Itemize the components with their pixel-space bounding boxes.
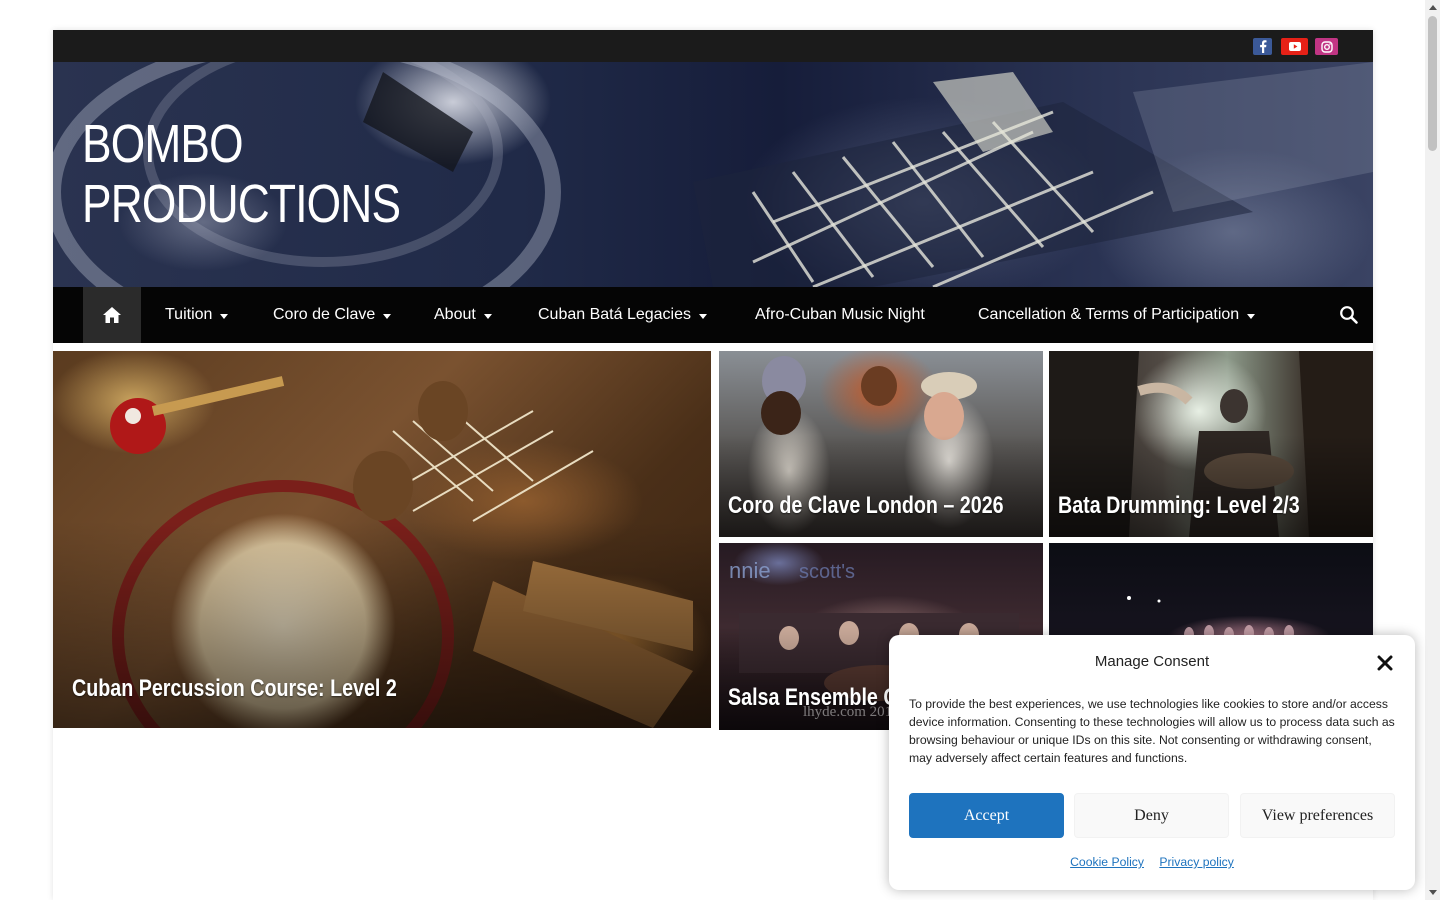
accept-button[interactable]: Accept bbox=[909, 793, 1064, 838]
scroll-thumb[interactable] bbox=[1428, 16, 1437, 151]
consent-dialog: Manage Consent To provide the best exper… bbox=[889, 635, 1415, 890]
nav-item-tuition[interactable]: Tuition bbox=[165, 287, 229, 343]
featured-caption: Salsa Ensemble Co bbox=[728, 684, 910, 711]
deny-button[interactable]: Deny bbox=[1074, 793, 1229, 838]
site-title-line1: BOMBO bbox=[82, 114, 244, 174]
caret-down-icon bbox=[699, 314, 707, 319]
svg-text:scott's: scott's bbox=[799, 561, 855, 583]
instagram-icon[interactable] bbox=[1315, 38, 1338, 55]
consent-message: To provide the best experiences, we use … bbox=[909, 697, 1395, 765]
view-preferences-button[interactable]: View preferences bbox=[1240, 793, 1395, 838]
svg-text:nnie: nnie bbox=[729, 558, 771, 583]
facebook-icon[interactable] bbox=[1253, 38, 1272, 55]
site-title-line2: PRODUCTIONS bbox=[82, 174, 401, 234]
consent-links: Cookie Policy Privacy policy bbox=[889, 855, 1415, 869]
cookie-policy-link[interactable]: Cookie Policy bbox=[1070, 855, 1144, 869]
caret-down-icon bbox=[1247, 314, 1256, 319]
caret-down-icon bbox=[383, 314, 392, 319]
nav-item-label: Tuition bbox=[165, 306, 213, 323]
nav-item-cancellation-terms[interactable]: Cancellation & Terms of Participation bbox=[978, 287, 1256, 343]
home-icon[interactable] bbox=[83, 287, 141, 343]
site-title[interactable]: BOMBO PRODUCTIONS bbox=[82, 114, 401, 234]
featured-caption: Bata Drumming: Level 2/3 bbox=[1058, 492, 1300, 519]
nav-item-label: Afro-Cuban Music Night bbox=[755, 306, 925, 323]
main-navigation: Tuition Coro de Clave About Cuban Batá L… bbox=[53, 287, 1373, 343]
nav-item-label: About bbox=[434, 306, 476, 323]
featured-post-large[interactable]: Cuban Percussion Course: Level 2 bbox=[53, 351, 711, 728]
nav-item-cuban-bata-legacies[interactable]: Cuban Batá Legacies bbox=[538, 287, 707, 343]
featured-post[interactable]: Bata Drumming: Level 2/3 bbox=[1049, 351, 1373, 537]
page-scrollbar[interactable] bbox=[1425, 0, 1440, 900]
search-icon[interactable] bbox=[1339, 305, 1359, 325]
privacy-policy-link[interactable]: Privacy policy bbox=[1159, 855, 1234, 869]
nav-item-label: Cuban Batá Legacies bbox=[538, 306, 691, 323]
caption-gradient bbox=[1049, 434, 1373, 537]
featured-caption: Cuban Percussion Course: Level 2 bbox=[72, 675, 397, 702]
nav-item-label: Coro de Clave bbox=[273, 306, 376, 323]
header-banner: BOMBO PRODUCTIONS bbox=[53, 62, 1373, 287]
nav-item-coro-de-clave[interactable]: Coro de Clave bbox=[273, 287, 392, 343]
nav-item-afro-cuban-music-night[interactable]: Afro-Cuban Music Night bbox=[755, 287, 925, 343]
caret-down-icon bbox=[483, 314, 492, 319]
featured-post[interactable]: Coro de Clave London – 2026 bbox=[719, 351, 1043, 537]
nav-item-about[interactable]: About bbox=[434, 287, 492, 343]
featured-caption: Coro de Clave London – 2026 bbox=[728, 492, 1004, 519]
consent-title: Manage Consent bbox=[1094, 653, 1210, 670]
top-bar bbox=[53, 30, 1373, 62]
youtube-icon[interactable] bbox=[1281, 38, 1308, 55]
caret-down-icon bbox=[220, 314, 229, 319]
close-icon[interactable] bbox=[1377, 655, 1393, 671]
caption-gradient bbox=[719, 434, 1043, 537]
scroll-down-icon[interactable] bbox=[1429, 890, 1437, 895]
nav-item-label: Cancellation & Terms of Participation bbox=[978, 306, 1240, 323]
scroll-up-icon[interactable] bbox=[1429, 5, 1437, 10]
